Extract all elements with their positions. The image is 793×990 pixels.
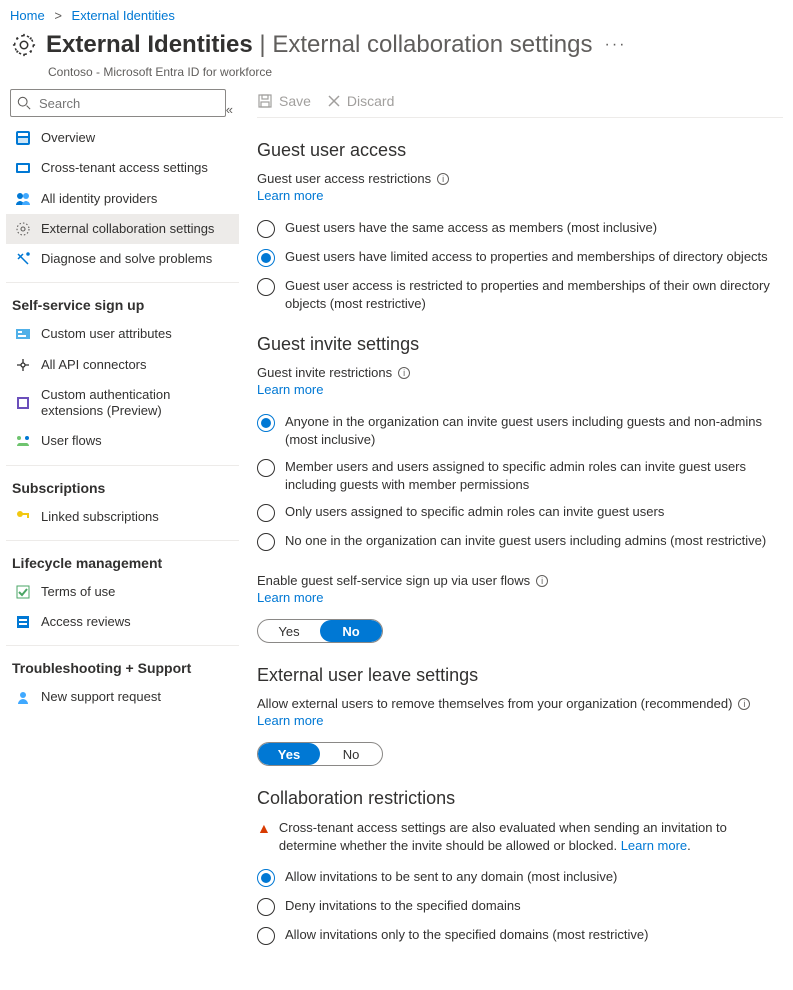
breadcrumb-separator: >: [54, 8, 62, 23]
section-support: Troubleshooting + Support: [6, 645, 239, 682]
main-content: Save Discard Guest user access Guest use…: [245, 89, 793, 965]
sidebar-item-access-reviews[interactable]: Access reviews: [6, 607, 239, 637]
guest-invite-learn-more[interactable]: Learn more: [257, 382, 323, 397]
section-guest-access-title: Guest user access: [257, 140, 783, 161]
guest-invite-label: Guest invite restrictions i: [257, 365, 783, 380]
sidebar-item-custom-auth[interactable]: Custom authentication extensions (Previe…: [6, 380, 239, 427]
breadcrumb-current[interactable]: External Identities: [72, 8, 175, 23]
leave-yes[interactable]: Yes: [258, 743, 320, 765]
sidebar-item-api-connectors[interactable]: All API connectors: [6, 350, 239, 380]
self-signup-label: Enable guest self-service sign up via us…: [257, 573, 783, 588]
info-icon[interactable]: i: [398, 367, 410, 379]
sidebar-item-diagnose[interactable]: Diagnose and solve problems: [6, 244, 239, 274]
info-icon[interactable]: i: [437, 173, 449, 185]
discard-button[interactable]: Discard: [327, 93, 394, 109]
support-icon: [15, 689, 31, 705]
breadcrumb: Home > External Identities: [0, 0, 793, 27]
guest-access-radio-group: Guest users have the same access as memb…: [257, 219, 783, 312]
guest-access-option-1[interactable]: Guest users have the same access as memb…: [257, 219, 783, 238]
section-subscriptions: Subscriptions: [6, 465, 239, 502]
sidebar-item-terms[interactable]: Terms of use: [6, 577, 239, 607]
title-thin: External collaboration settings: [272, 31, 592, 58]
sidebar-item-cross-tenant[interactable]: Cross-tenant access settings: [6, 153, 239, 183]
sidebar-item-identity-providers[interactable]: All identity providers: [6, 184, 239, 214]
section-self-service: Self-service sign up: [6, 282, 239, 319]
guest-access-label: Guest user access restrictions i: [257, 171, 783, 186]
leave-learn-more[interactable]: Learn more: [257, 713, 323, 728]
api-connectors-icon: [15, 357, 31, 373]
breadcrumb-home[interactable]: Home: [10, 8, 45, 23]
page-subtitle: Contoso - Microsoft Entra ID for workfor…: [0, 65, 793, 89]
page-header: External Identities | External collabora…: [0, 27, 793, 69]
save-icon: [257, 93, 273, 109]
sidebar-item-external-collab[interactable]: External collaboration settings: [6, 214, 239, 244]
self-signup-toggle[interactable]: Yes No: [257, 619, 383, 643]
collab-option-3[interactable]: Allow invitations only to the specified …: [257, 926, 783, 945]
collab-warning: ▲ Cross-tenant access settings are also …: [257, 819, 783, 855]
collab-option-2[interactable]: Deny invitations to the specified domain…: [257, 897, 783, 916]
guest-invite-option-3[interactable]: Only users assigned to specific admin ro…: [257, 503, 783, 522]
sidebar-item-linked-subscriptions[interactable]: Linked subscriptions: [6, 502, 239, 532]
guest-invite-radio-group: Anyone in the organization can invite gu…: [257, 413, 783, 551]
guest-invite-option-1[interactable]: Anyone in the organization can invite gu…: [257, 413, 783, 448]
gear-small-icon: [15, 221, 31, 237]
gear-icon: [10, 31, 38, 59]
access-reviews-icon: [15, 614, 31, 630]
custom-auth-icon: [15, 395, 31, 411]
title-bold: External Identities: [46, 31, 253, 58]
section-lifecycle: Lifecycle management: [6, 540, 239, 577]
search-icon: [17, 96, 31, 110]
section-collab-title: Collaboration restrictions: [257, 788, 783, 809]
leave-no[interactable]: No: [320, 743, 382, 765]
guest-invite-option-2[interactable]: Member users and users assigned to speci…: [257, 458, 783, 493]
self-signup-no[interactable]: No: [320, 620, 382, 642]
sidebar: « Overview Cross-tenant access settings …: [0, 89, 245, 965]
identity-providers-icon: [15, 191, 31, 207]
collab-warning-learn-more[interactable]: Learn more: [621, 838, 687, 853]
sidebar-item-new-support[interactable]: New support request: [6, 682, 239, 712]
discard-icon: [327, 94, 341, 108]
leave-toggle[interactable]: Yes No: [257, 742, 383, 766]
guest-access-option-2[interactable]: Guest users have limited access to prope…: [257, 248, 783, 267]
page-title: External Identities | External collabora…: [46, 31, 593, 59]
collapse-sidebar-icon[interactable]: «: [226, 96, 239, 117]
save-button[interactable]: Save: [257, 93, 311, 109]
info-icon[interactable]: i: [536, 575, 548, 587]
sidebar-item-custom-attributes[interactable]: Custom user attributes: [6, 319, 239, 349]
self-signup-learn-more[interactable]: Learn more: [257, 590, 323, 605]
section-guest-invite-title: Guest invite settings: [257, 334, 783, 355]
sidebar-item-user-flows[interactable]: User flows: [6, 426, 239, 456]
warning-icon: ▲: [257, 819, 271, 855]
cross-tenant-icon: [15, 160, 31, 176]
custom-attrs-icon: [15, 326, 31, 342]
self-signup-yes[interactable]: Yes: [258, 620, 320, 642]
sidebar-item-overview[interactable]: Overview: [6, 123, 239, 153]
key-icon: [15, 509, 31, 525]
guest-access-learn-more[interactable]: Learn more: [257, 188, 323, 203]
search-input-wrapper[interactable]: [10, 89, 226, 117]
guest-invite-option-4[interactable]: No one in the organization can invite gu…: [257, 532, 783, 551]
user-flows-icon: [15, 433, 31, 449]
search-input[interactable]: [37, 95, 219, 112]
guest-access-option-3[interactable]: Guest user access is restricted to prope…: [257, 277, 783, 312]
collab-option-1[interactable]: Allow invitations to be sent to any doma…: [257, 868, 783, 887]
toolbar: Save Discard: [257, 89, 783, 118]
info-icon[interactable]: i: [738, 698, 750, 710]
more-icon[interactable]: ···: [605, 36, 627, 54]
overview-icon: [15, 130, 31, 146]
collab-radio-group: Allow invitations to be sent to any doma…: [257, 868, 783, 945]
leave-label: Allow external users to remove themselve…: [257, 696, 783, 711]
diagnose-icon: [15, 251, 31, 267]
terms-icon: [15, 584, 31, 600]
section-leave-title: External user leave settings: [257, 665, 783, 686]
